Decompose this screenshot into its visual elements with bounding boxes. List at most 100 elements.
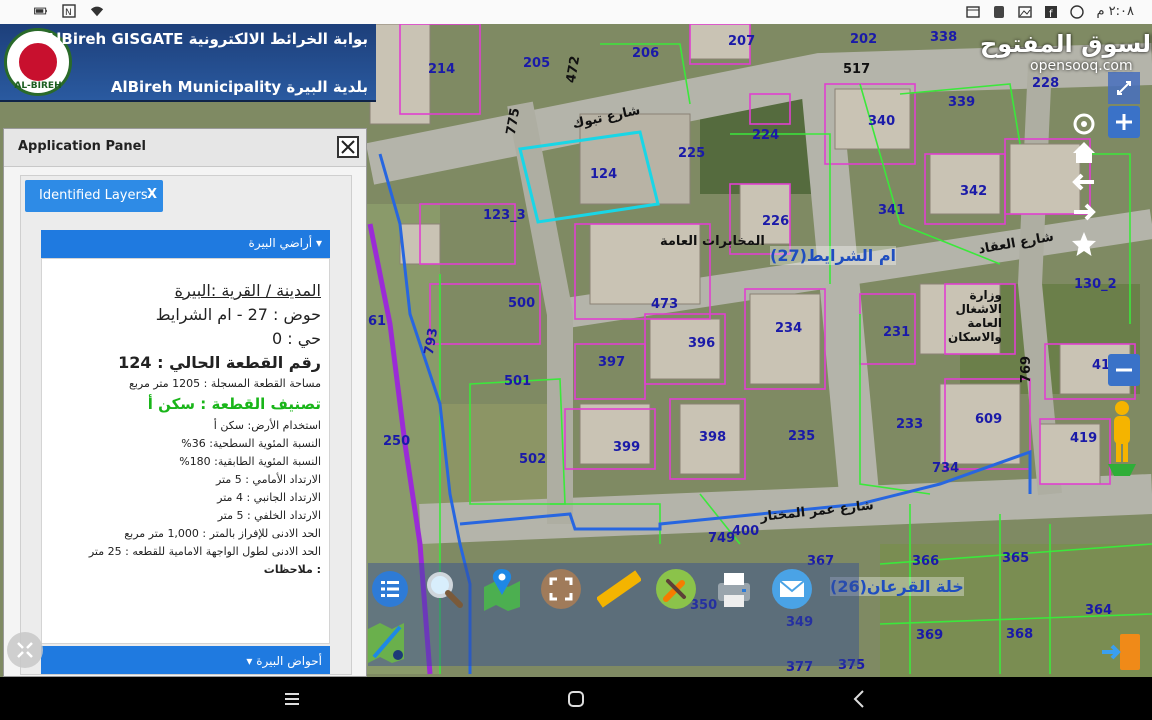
exit-button[interactable] bbox=[1100, 632, 1144, 672]
gallery-icon bbox=[1018, 5, 1033, 18]
min-frontage-line: الحد الادنى لطول الواجهة الامامية للقطعه… bbox=[88, 545, 321, 558]
home-square-icon bbox=[568, 691, 584, 707]
accordion-lands[interactable]: ▾ أراضي البيرة bbox=[41, 230, 330, 258]
bookmark-button[interactable] bbox=[1068, 228, 1100, 260]
forward-extent-button[interactable] bbox=[1068, 196, 1100, 228]
star-icon bbox=[1072, 232, 1096, 256]
zoom-in-button[interactable] bbox=[1108, 106, 1140, 138]
close-icon bbox=[341, 140, 355, 154]
pegman-icon bbox=[1108, 401, 1136, 476]
layers-list-button[interactable] bbox=[368, 567, 412, 611]
expand-arrows-icon bbox=[17, 642, 33, 658]
watermark-latin: opensooq.com bbox=[1030, 58, 1133, 74]
min-area-line: الحد الادنى للإفراز بالمتر : 1,000 متر م… bbox=[124, 527, 321, 540]
minus-icon bbox=[1116, 368, 1132, 372]
home-button[interactable] bbox=[1068, 136, 1100, 168]
basin-label: ام الشرايط(27) bbox=[770, 246, 897, 265]
status-right: f ٢:٠٨ م bbox=[966, 4, 1134, 19]
whatsapp-icon bbox=[1070, 4, 1085, 19]
area-line: مساحة القطعة المسجلة : 1205 متر مربع bbox=[128, 377, 321, 390]
draw-button[interactable] bbox=[654, 567, 698, 611]
classification-line: تصنيف القطعة : سكن أ bbox=[147, 395, 321, 413]
basemap-button[interactable] bbox=[366, 619, 410, 663]
menu-lines-icon bbox=[285, 693, 299, 705]
street-view-button[interactable] bbox=[1104, 398, 1140, 478]
expand-button[interactable] bbox=[7, 632, 43, 668]
print-icon bbox=[718, 573, 750, 607]
building-label: المخابرات العامة bbox=[660, 234, 765, 249]
home-icon bbox=[1073, 142, 1095, 163]
home-nav-button[interactable] bbox=[564, 687, 588, 711]
list-icon bbox=[372, 571, 408, 607]
search-button[interactable] bbox=[422, 567, 466, 611]
ruler-icon bbox=[595, 570, 643, 608]
watermark-arabic: السوق المفتوح bbox=[980, 30, 1152, 58]
plus-icon bbox=[1116, 114, 1132, 130]
street-label: شارع عمر المختار bbox=[759, 498, 875, 525]
full-extent-button[interactable] bbox=[539, 567, 583, 611]
svg-text:f: f bbox=[1049, 9, 1053, 19]
chevron-down-icon: ▾ bbox=[246, 654, 253, 668]
navigation-bar bbox=[0, 677, 1152, 720]
facebook-icon: f bbox=[1045, 5, 1058, 19]
back-extent-button[interactable] bbox=[1068, 166, 1100, 198]
status-left: N bbox=[34, 4, 104, 18]
land-use-line: استخدام الأرض: سكن أ bbox=[213, 419, 321, 432]
map-toolbar bbox=[368, 563, 859, 666]
clock: ٢:٠٨ م bbox=[1096, 4, 1134, 19]
logo-text: AL-BIREH bbox=[14, 81, 62, 91]
battery-icon bbox=[34, 7, 47, 15]
exit-door-icon bbox=[1102, 634, 1140, 670]
accordion-basins[interactable]: ▾ أحواض البيرة bbox=[41, 646, 330, 674]
screen: N f ٢:٠٨ م 206 205 214 207 202 338 228 3… bbox=[0, 0, 1152, 720]
app-icon bbox=[994, 5, 1005, 18]
parcel-details: المدينة / القرية :البيرة حوض : 27 - ام ا… bbox=[41, 258, 330, 644]
svg-text:N: N bbox=[65, 8, 72, 18]
app-subtitle: AlBireh Municipality بلدية البيرة bbox=[110, 78, 368, 96]
building-label: وزارة الاشغال العامة والاسكان bbox=[947, 288, 1002, 344]
parcel-number-line: رقم القطعة الحالي : 124 bbox=[118, 353, 321, 372]
back-nav-button[interactable] bbox=[848, 687, 872, 711]
draw-icon bbox=[656, 569, 696, 609]
tab-close-button[interactable]: X bbox=[147, 187, 157, 202]
tab-identified-layers[interactable]: Identified Layers X bbox=[25, 180, 163, 212]
signal-icon: N bbox=[62, 4, 76, 18]
app-header: AL-BIREH AlBireh GISGATE بوابة الخرائط ا… bbox=[0, 24, 376, 102]
notes-line: : ملاحظات bbox=[263, 563, 321, 576]
collapse-button[interactable] bbox=[1108, 72, 1140, 104]
print-button[interactable] bbox=[712, 567, 756, 611]
basemap-icon bbox=[368, 623, 404, 663]
wifi-icon bbox=[90, 6, 104, 17]
magnifier-icon bbox=[427, 572, 463, 608]
front-setback-line: الارتداد الأمامي : 5 متر bbox=[215, 473, 321, 486]
app-title: AlBireh GISGATE بوابة الخرائط الالكتروني… bbox=[44, 30, 368, 48]
application-panel: Application Panel Identified Layers X ▾ … bbox=[3, 128, 367, 677]
accordion-title: أحواض البيرة bbox=[256, 654, 322, 668]
roof-ratio-line: النسبة المئوية السطحية: 36% bbox=[181, 437, 321, 450]
side-setback-line: الارتداد الجانبي : 4 متر bbox=[217, 491, 321, 504]
panel-title: Application Panel bbox=[18, 139, 146, 154]
arrow-left-icon bbox=[1072, 173, 1094, 191]
street-label: شارع تبوك bbox=[571, 103, 642, 132]
notification-icon bbox=[966, 5, 981, 18]
basin-line: حوض : 27 - ام الشرايط bbox=[155, 305, 321, 324]
map-pin-icon bbox=[484, 569, 520, 611]
accordion-label: ▾ أراضي البيرة bbox=[249, 236, 322, 250]
recent-apps-button[interactable] bbox=[280, 687, 304, 711]
chevron-down-icon: ▾ bbox=[315, 236, 322, 250]
district-line: حي : 0 bbox=[272, 329, 321, 348]
panel-header: Application Panel bbox=[4, 129, 366, 167]
chevron-left-icon bbox=[853, 690, 864, 708]
accordion-title: أراضي البيرة bbox=[248, 236, 313, 250]
accordion-label: ▾ أحواض البيرة bbox=[246, 654, 322, 668]
arrow-right-icon bbox=[1074, 203, 1096, 221]
city-line: المدينة / القرية :البيرة bbox=[174, 281, 321, 300]
panel-close-button[interactable] bbox=[337, 136, 359, 158]
zoom-out-button[interactable] bbox=[1108, 354, 1140, 386]
fullscreen-icon bbox=[541, 569, 581, 609]
street-label: شارع العقاد bbox=[977, 229, 1055, 258]
locate-place-button[interactable] bbox=[480, 567, 524, 611]
floor-ratio-line: النسبة المئوية الطابقية: 180% bbox=[179, 455, 321, 468]
measure-button[interactable] bbox=[595, 567, 643, 611]
email-button[interactable] bbox=[770, 567, 814, 611]
